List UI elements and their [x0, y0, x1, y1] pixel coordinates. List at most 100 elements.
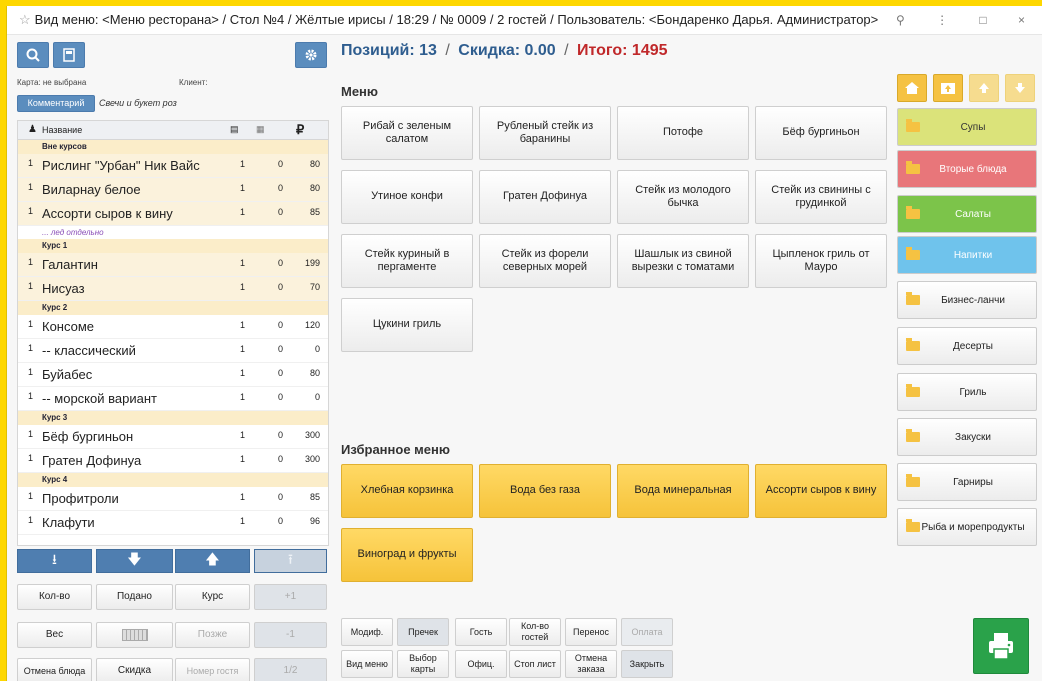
home-button[interactable] [897, 74, 927, 102]
menu-item-button[interactable]: Стейк из свинины с грудинкой [755, 170, 887, 224]
move-up-button[interactable]: 🡅 [175, 549, 250, 573]
order-row[interactable]: 1 Клафути 1 0 96 [18, 511, 328, 535]
category-button[interactable]: Гриль [897, 373, 1037, 411]
order-row[interactable]: 1 -- классический 1 0 0 [18, 339, 328, 363]
keyboard-button[interactable] [96, 622, 173, 648]
category-button[interactable]: Супы [897, 108, 1037, 146]
item-price: 120 [304, 320, 320, 330]
order-row[interactable]: 1 Нисуаз 1 0 70 [18, 277, 328, 301]
move-down-button[interactable]: 🡇 [96, 549, 173, 573]
favorite-item-button[interactable]: Вода без газа [479, 464, 611, 518]
total-value: Итого: 1495 [577, 42, 668, 59]
order-row[interactable]: 1 Гратен Дофинуа 1 0 300 [18, 449, 328, 473]
category-button[interactable]: Вторые блюда [897, 150, 1037, 188]
order-row[interactable]: 1 Бёф бургиньон 1 0 300 [18, 425, 328, 449]
print-button[interactable] [973, 618, 1029, 674]
toolbar-button[interactable]: Гость [455, 618, 507, 646]
item-price: 85 [309, 207, 320, 217]
folder-icon [906, 519, 920, 532]
toolbar-button[interactable]: Модиф. [341, 618, 393, 646]
order-row[interactable]: 1 Ассорти сыров к вину 1 0 85 [18, 202, 328, 226]
action-button[interactable]: Курс [175, 584, 250, 610]
item-discount: 0 [278, 258, 284, 268]
order-row[interactable]: 1 Консоме 1 0 120 [18, 315, 328, 339]
category-button[interactable]: Гарниры [897, 463, 1037, 501]
toolbar-button[interactable]: Офиц. [455, 650, 507, 678]
discount-value: Скидка: 0.00 [458, 42, 556, 59]
favorite-item-button[interactable]: Вода минеральная [617, 464, 749, 518]
menu-item-button[interactable]: Цукини гриль [341, 298, 473, 352]
favorite-item-button[interactable]: Виноград и фрукты [341, 528, 473, 582]
toolbar-button[interactable]: Кол-во гостей [509, 618, 561, 646]
order-row[interactable]: 1 Буйабес 1 0 80 [18, 363, 328, 387]
order-row[interactable]: 1 Виларнау белое 1 0 80 [18, 178, 328, 202]
title-bar: ☆ Вид меню: <Меню ресторана> / Стол №4 / … [7, 6, 1042, 35]
menu-item-button[interactable]: Потофе [617, 106, 749, 160]
item-quantity: 1 [240, 344, 246, 354]
category-button[interactable]: Рыба и морепродукты [897, 508, 1037, 546]
calculator-button[interactable] [53, 42, 85, 68]
toolbar-button[interactable]: Перенос [565, 618, 617, 646]
action-button[interactable]: Вес [17, 622, 92, 648]
menu-item-button[interactable]: Цыпленок гриль от Мауро [755, 234, 887, 288]
comment-button[interactable]: Комментарий [17, 95, 95, 112]
toolbar-button[interactable]: Закрыть [621, 650, 673, 678]
action-button[interactable]: Скидка [96, 658, 173, 681]
settings-button[interactable] [295, 42, 327, 68]
action-button[interactable]: Номер гостя [175, 658, 250, 681]
menu-item-button[interactable]: Бёф бургиньон [755, 106, 887, 160]
item-price: 199 [304, 258, 320, 268]
toolbar-button[interactable]: Стоп лист [509, 650, 561, 678]
order-row[interactable]: 1 Рислинг "Урбан" Ник Вайс 1 0 80 [18, 154, 328, 178]
action-button[interactable]: +1 [254, 584, 327, 610]
arrow-up-bar-icon: ⭱ [288, 551, 293, 567]
action-button[interactable]: 1/2 [254, 658, 327, 681]
order-list[interactable]: ♟ Название ▤ ▦ ₽ Вне курсов 1 Рислинг "Урб… [17, 120, 329, 546]
menu-item-button[interactable]: Рубленый стейк из баранины [479, 106, 611, 160]
order-row[interactable]: 1 -- морской вариант 1 0 0 [18, 387, 328, 411]
item-name: Буйабес [42, 367, 93, 382]
move-bottom-button[interactable]: ⭳ [17, 549, 92, 573]
action-button[interactable]: Отмена блюда [17, 658, 92, 681]
category-button[interactable]: Десерты [897, 327, 1037, 365]
item-discount: 0 [278, 492, 284, 502]
item-price: 0 [314, 344, 320, 354]
comment-text: Свечи и букет роз [99, 98, 177, 108]
menu-item-button[interactable]: Стейк куриный в пергаменте [341, 234, 473, 288]
action-button[interactable]: -1 [254, 622, 327, 648]
menu-item-button[interactable]: Стейк из форели северных морей [479, 234, 611, 288]
item-name: Профитроли [42, 491, 119, 506]
menu-item-button[interactable]: Гратен Дофинуа [479, 170, 611, 224]
guest-number: 1 [28, 391, 34, 401]
action-button[interactable]: Позже [175, 622, 250, 648]
menu-item-button[interactable]: Утиное конфи [341, 170, 473, 224]
scroll-up-button[interactable] [969, 74, 999, 102]
window-controls[interactable]: ⚲ ⋮ □ × [896, 6, 1039, 34]
action-button[interactable]: Подано [96, 584, 173, 610]
category-button[interactable]: Бизнес-ланчи [897, 281, 1037, 319]
action-button[interactable]: Кол-во [17, 584, 92, 610]
toolbar-button[interactable]: Выбор карты [397, 650, 449, 678]
scroll-down-button[interactable] [1005, 74, 1035, 102]
category-button[interactable]: Салаты [897, 195, 1037, 233]
favorite-item-button[interactable]: Хлебная корзинка [341, 464, 473, 518]
order-row[interactable]: 1 Галантин 1 0 199 [18, 253, 328, 277]
menu-item-button[interactable]: Шашлык из свиной вырезки с томатами [617, 234, 749, 288]
toolbar-button[interactable]: Пречек [397, 618, 449, 646]
window-title: Вид меню: <Меню ресторана> / Стол №4 / Ж… [34, 12, 879, 27]
category-button[interactable]: Закуски [897, 418, 1037, 456]
order-row[interactable]: 1 Профитроли 1 0 85 [18, 487, 328, 511]
star-icon[interactable]: ☆ [19, 12, 31, 27]
move-top-button[interactable]: ⭱ [254, 549, 327, 573]
toolbar-button[interactable]: Оплата [621, 618, 673, 646]
toolbar-button[interactable]: Отмена заказа [565, 650, 617, 678]
toolbar-button[interactable]: Вид меню [341, 650, 393, 678]
quantity-column-icon: ▤ [230, 124, 239, 134]
folder-up-button[interactable] [933, 74, 963, 102]
favorite-item-button[interactable]: Ассорти сыров к вину [755, 464, 887, 518]
item-quantity: 1 [240, 492, 246, 502]
search-button[interactable] [17, 42, 49, 68]
category-button[interactable]: Напитки [897, 236, 1037, 274]
menu-item-button[interactable]: Рибай с зеленым салатом [341, 106, 473, 160]
menu-item-button[interactable]: Стейк из молодого бычка [617, 170, 749, 224]
